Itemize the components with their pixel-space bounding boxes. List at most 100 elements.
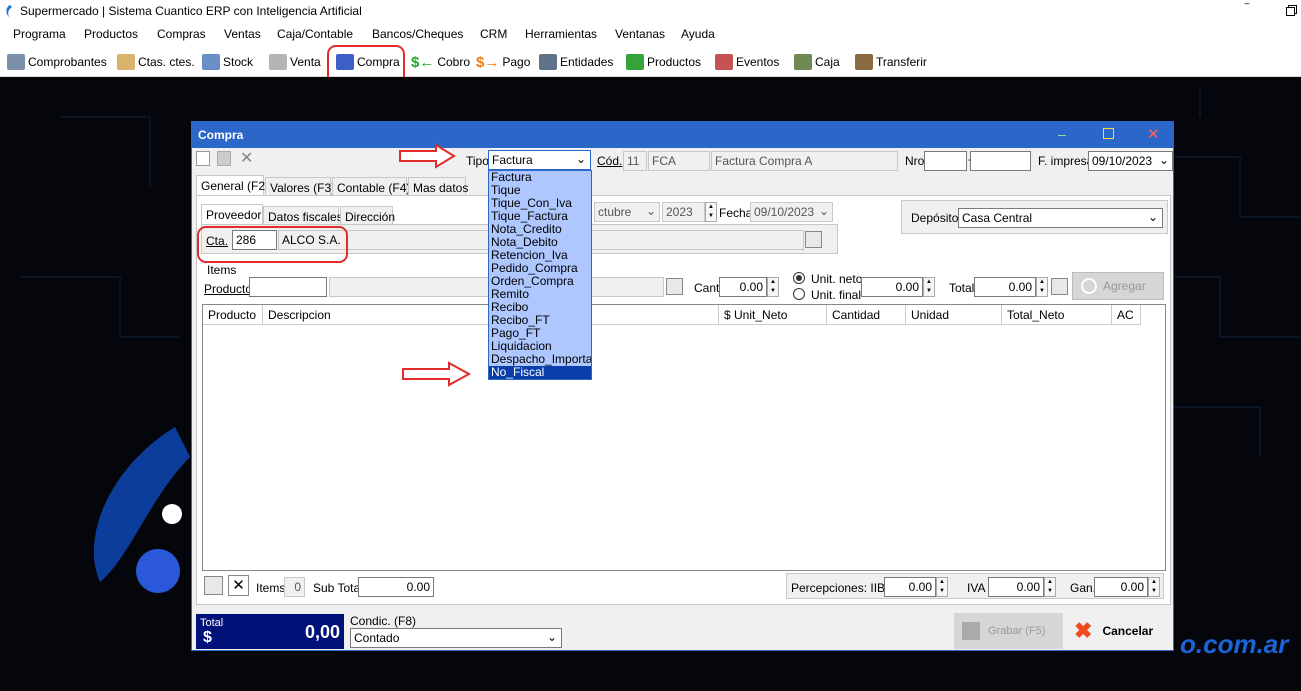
dialog-maximize-icon[interactable]	[1103, 128, 1114, 139]
toolbar-pago-button[interactable]: $→ Pago	[476, 51, 530, 73]
save-icon	[962, 622, 980, 640]
tipo-option[interactable]: Retencion_Iva	[489, 249, 591, 262]
tipo-option[interactable]: Despacho_Importacion	[489, 353, 591, 366]
dialog-close-icon[interactable]: ✕	[1147, 125, 1160, 143]
col-unidad[interactable]: Unidad	[906, 305, 1002, 325]
tipo-option[interactable]: Pedido_Compra	[489, 262, 591, 275]
cant-input[interactable]: 0.00	[719, 277, 767, 297]
toolbar-eventos-button[interactable]: Eventos	[715, 51, 779, 73]
tipo-option[interactable]: Factura	[489, 171, 591, 184]
deposito-select[interactable]: Casa Central ⌄	[958, 208, 1163, 228]
percepciones-spinner[interactable]: ▲ ▼	[936, 577, 948, 597]
edit-item-icon[interactable]	[204, 576, 223, 595]
tipo-option[interactable]: Tique_Con_Iva	[489, 197, 591, 210]
gan-spinner[interactable]: ▲ ▼	[1148, 577, 1160, 597]
toolbar-transferir-button[interactable]: Transferir	[855, 51, 927, 73]
menu-herramientas[interactable]: Herramientas	[525, 27, 597, 41]
col-cantidad[interactable]: Cantidad	[827, 305, 906, 325]
cancelar-button[interactable]: ✖ Cancelar	[1070, 613, 1170, 649]
items-group-label: Items	[207, 263, 237, 277]
remove-item-icon[interactable]: ✕	[228, 575, 249, 596]
subtab-datos-fiscales[interactable]: Datos fiscales	[263, 206, 343, 226]
unit-neto-radio[interactable]	[793, 272, 805, 284]
producto-search-icon[interactable]	[666, 278, 683, 295]
new-document-icon[interactable]	[196, 151, 210, 166]
producto-code-input[interactable]	[249, 277, 327, 297]
toolbar-productos-button[interactable]: Productos	[626, 51, 701, 73]
tab-contable[interactable]: Contable (F4)	[332, 177, 410, 197]
col-total-neto[interactable]: Total_Neto	[1002, 305, 1112, 325]
tipo-option[interactable]: Orden_Compra	[489, 275, 591, 288]
tipo-option[interactable]: Nota_Debito	[489, 236, 591, 249]
cant-spinner[interactable]: ▲ ▼	[767, 277, 779, 297]
search-icon[interactable]	[805, 231, 822, 248]
toolbar-caja-button[interactable]: Caja	[794, 51, 840, 73]
toolbar-venta-button[interactable]: Venta	[269, 51, 321, 73]
tipo-dropdown-list[interactable]: Factura Tique Tique_Con_Iva Tique_Factur…	[488, 170, 592, 380]
minimize-icon[interactable]: ‾	[1245, 2, 1249, 16]
tipo-option[interactable]: Nota_Credito	[489, 223, 591, 236]
grabar-button[interactable]: Grabar (F5)	[954, 613, 1063, 649]
agregar-button[interactable]: Agregar	[1072, 272, 1164, 300]
unit-final-radio[interactable]	[793, 288, 805, 300]
iva-input[interactable]: 0.00	[988, 577, 1044, 597]
events-icon	[715, 54, 733, 70]
total-spinner[interactable]: ▲ ▼	[1036, 277, 1048, 297]
total-input[interactable]: 0.00	[974, 277, 1036, 297]
unit-neto-label: Unit. neto	[811, 272, 863, 286]
tipo-option[interactable]: Liquidacion	[489, 340, 591, 353]
iva-spinner[interactable]: ▲ ▼	[1044, 577, 1056, 597]
menu-programa[interactable]: Programa	[13, 27, 66, 41]
nro-prefix-input[interactable]	[924, 151, 967, 171]
restore-icon[interactable]	[1286, 5, 1297, 16]
col-producto[interactable]: Producto	[203, 305, 263, 325]
products-icon	[626, 54, 644, 70]
menu-productos[interactable]: Productos	[84, 27, 138, 41]
tab-general[interactable]: General (F2)	[196, 175, 269, 195]
toolbar-label: Ctas. ctes.	[138, 55, 195, 69]
calculator-icon[interactable]	[1051, 278, 1068, 295]
tipo-option[interactable]: Tique_Factura	[489, 210, 591, 223]
menu-caja-contable[interactable]: Caja/Contable	[277, 27, 353, 41]
nro-number-input[interactable]	[970, 151, 1031, 171]
tipo-option[interactable]: Tique	[489, 184, 591, 197]
tipo-option[interactable]: Recibo_FT	[489, 314, 591, 327]
nro-label: Nro	[905, 154, 925, 168]
items-grid[interactable]: Producto Descripcion $ Unit_Neto Cantida…	[202, 304, 1166, 571]
percepciones-input[interactable]: 0.00	[884, 577, 936, 597]
menu-ventas[interactable]: Ventas	[224, 27, 261, 41]
fecha-value: 09/10/2023	[754, 205, 815, 219]
col-unit-neto[interactable]: $ Unit_Neto	[719, 305, 827, 325]
tipo-option[interactable]: Recibo	[489, 301, 591, 314]
delete-icon[interactable]: ✕	[240, 148, 253, 168]
menu-bancos-cheques[interactable]: Bancos/Cheques	[372, 27, 463, 41]
toolbar-entidades-button[interactable]: Entidades	[539, 51, 613, 73]
edit-document-icon[interactable]	[217, 151, 231, 166]
col-ac[interactable]: AC	[1112, 305, 1141, 325]
unit-price-spinner[interactable]: ▲ ▼	[923, 277, 935, 297]
dialog-minimize-icon[interactable]: –	[1058, 126, 1066, 142]
tipo-option[interactable]: Pago_FT	[489, 327, 591, 340]
subtab-direccion[interactable]: Dirección	[340, 206, 395, 226]
items-count-field: 0	[284, 577, 305, 597]
toolbar-cobro-button[interactable]: $← Cobro	[411, 51, 470, 73]
gan-input[interactable]: 0.00	[1094, 577, 1148, 597]
tab-valores[interactable]: Valores (F3)	[265, 177, 335, 197]
tipo-option[interactable]: Remito	[489, 288, 591, 301]
unit-price-input[interactable]: 0.00	[861, 277, 923, 297]
deposito-label: Depósito	[911, 211, 959, 225]
tipo-option-selected[interactable]: No_Fiscal	[489, 366, 591, 379]
annotation-highlight-cta	[197, 226, 348, 263]
fimpresa-date-picker[interactable]: 09/10/2023 ⌄	[1088, 151, 1173, 171]
toolbar-ctas-button[interactable]: Ctas. ctes.	[117, 51, 195, 73]
condic-select[interactable]: Contado ⌄	[350, 628, 562, 648]
toolbar-stock-button[interactable]: Stock	[202, 51, 253, 73]
menu-compras[interactable]: Compras	[157, 27, 206, 41]
subtab-proveedor[interactable]: Proveedor	[201, 204, 263, 224]
tipo-select[interactable]: Factura ⌄	[488, 150, 591, 170]
menu-crm[interactable]: CRM	[480, 27, 507, 41]
tab-mas-datos[interactable]: Mas datos	[408, 177, 468, 197]
toolbar-comprobantes-button[interactable]: Comprobantes	[7, 51, 107, 73]
menu-ayuda[interactable]: Ayuda	[681, 27, 715, 41]
menu-ventanas[interactable]: Ventanas	[615, 27, 665, 41]
